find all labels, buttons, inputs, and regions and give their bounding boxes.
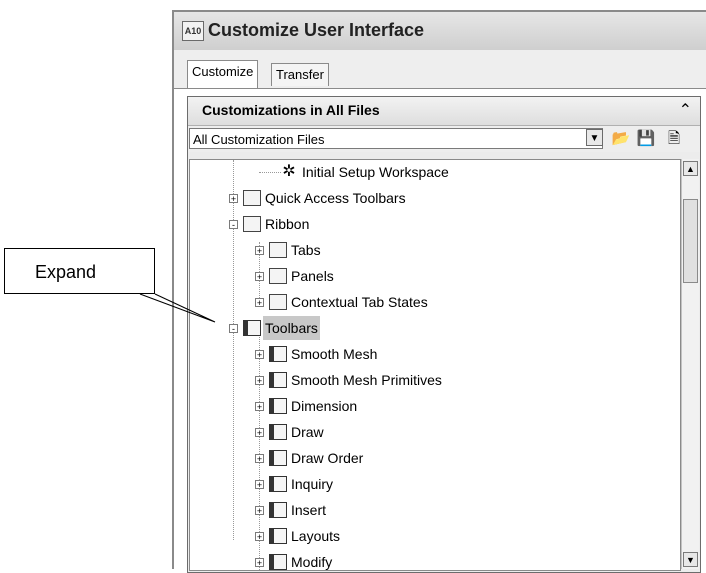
callout-pointer bbox=[139, 293, 216, 323]
